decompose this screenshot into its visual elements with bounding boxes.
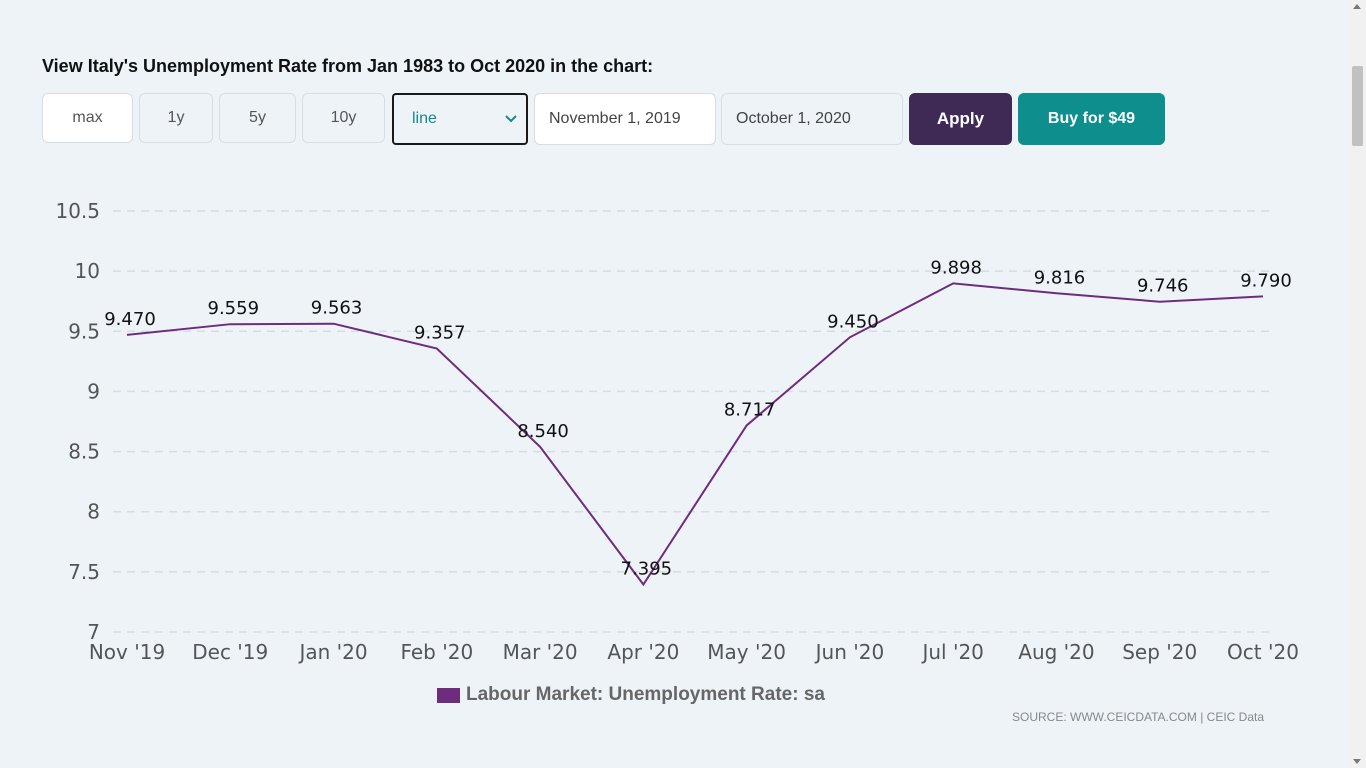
data-labels: 9.470 9.559 9.563 9.357 8.540 7.395 8.717 9.450… xyxy=(104,257,1292,579)
series-line xyxy=(126,282,1264,587)
source-note: SOURCE: WWW.CEICDATA.COM | CEIC Data xyxy=(1012,710,1265,724)
x-tick-label: Aug '20 xyxy=(1018,640,1094,664)
y-tick-label: 8.5 xyxy=(68,440,100,464)
page-scrollbar[interactable] xyxy=(1349,0,1366,768)
x-tick-label: Oct '20 xyxy=(1227,640,1299,664)
data-label: 9.746 xyxy=(1137,276,1189,297)
x-tick-label: Nov '19 xyxy=(89,640,165,664)
scroll-down-icon[interactable] xyxy=(1353,759,1361,764)
y-tick-label: 9 xyxy=(87,379,100,403)
y-axis: 77.588.599.51010.5 xyxy=(55,199,100,644)
x-tick-label: Jan '20 xyxy=(297,640,367,664)
x-tick-label: Jul '20 xyxy=(920,640,983,664)
data-label: 9.790 xyxy=(1240,270,1292,291)
x-tick-label: Sep '20 xyxy=(1122,640,1197,664)
legend-swatch xyxy=(437,687,460,703)
x-tick-label: May '20 xyxy=(707,640,786,664)
legend-label: Labour Market: Unemployment Rate: sa xyxy=(466,684,825,705)
line-chart: 77.588.599.51010.5 Nov '19 Dec '19 Jan '20… xyxy=(55,199,1299,664)
data-label: 8.540 xyxy=(517,421,569,442)
x-tick-label: Jun '20 xyxy=(814,640,885,664)
y-tick-label: 10.5 xyxy=(55,199,100,223)
x-tick-label: Feb '20 xyxy=(400,640,473,664)
data-label: 9.563 xyxy=(311,298,363,319)
data-label: 8.717 xyxy=(724,399,776,420)
data-label: 9.450 xyxy=(827,311,879,332)
data-label: 9.470 xyxy=(104,309,156,330)
y-tick-label: 7.5 xyxy=(68,560,100,584)
y-tick-label: 8 xyxy=(87,500,100,524)
scroll-up-icon[interactable] xyxy=(1353,4,1361,9)
x-tick-label: Dec '19 xyxy=(192,640,268,664)
x-tick-label: Mar '20 xyxy=(503,640,578,664)
y-tick-label: 9.5 xyxy=(68,319,100,343)
x-axis: Nov '19 Dec '19 Jan '20 Feb '20 Mar '20 Apr '… xyxy=(89,640,1299,664)
chart-grid xyxy=(113,210,1273,633)
x-tick-label: Apr '20 xyxy=(607,640,679,664)
chart-legend[interactable]: Labour Market: Unemployment Rate: sa xyxy=(437,684,825,706)
data-label: 9.816 xyxy=(1034,267,1086,288)
data-label: 9.559 xyxy=(208,298,260,319)
data-label: 7.395 xyxy=(621,558,673,579)
data-label: 9.898 xyxy=(930,257,982,278)
scroll-thumb[interactable] xyxy=(1352,66,1363,146)
data-label: 9.357 xyxy=(414,322,466,343)
y-tick-label: 10 xyxy=(75,259,100,283)
